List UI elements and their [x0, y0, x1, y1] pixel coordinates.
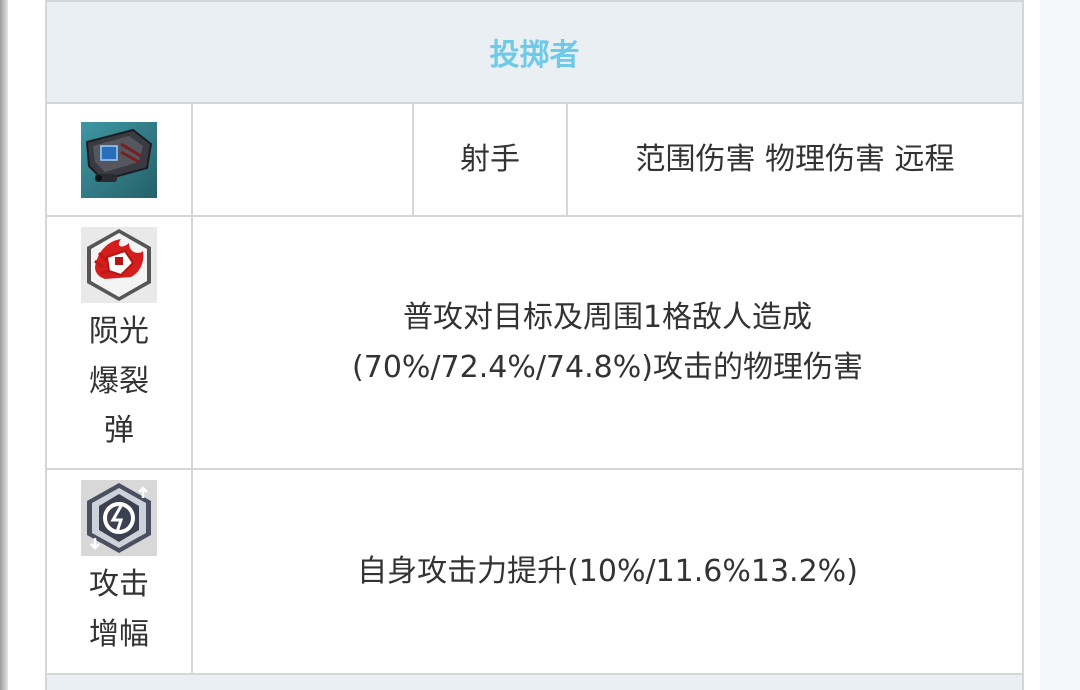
skill-1-cell: 陨光爆裂弹 — [45, 215, 193, 470]
page: 投掷者 射手 范围伤害 物理伤害 远程 陨光爆裂弹 普攻对目标及周围1格敌人造成… — [0, 0, 1080, 690]
turret-icon — [81, 121, 157, 198]
blank-cell — [191, 102, 414, 217]
class-label: 射手 — [460, 141, 520, 177]
skill-2-cell: 攻击增幅 — [45, 468, 193, 675]
skill-2-description-line1: 自身攻击力提升(10%/11.6%13.2%) — [357, 553, 858, 589]
skill-1-description-cell: 普攻对目标及周围1格敌人造成 (70%/72.4%/74.8%)攻击的物理伤害 — [191, 215, 1024, 470]
unit-name-title: 投掷者 — [489, 38, 580, 73]
skill-1-description-line2: (70%/72.4%/74.8%)攻击的物理伤害 — [352, 349, 863, 385]
unit-info-table: 投掷者 射手 范围伤害 物理伤害 远程 陨光爆裂弹 普攻对目标及周围1格敌人造成… — [45, 0, 1024, 690]
left-edge-shadow — [0, 0, 8, 690]
attack-boost-icon — [81, 480, 157, 556]
unit-icon-cell — [45, 102, 193, 217]
skill-1-name: 陨光爆裂弹 — [89, 314, 149, 448]
class-cell: 射手 — [412, 102, 568, 217]
skill-1-description-line1: 普攻对目标及周围1格敌人造成 — [402, 300, 813, 335]
tags-label: 范围伤害 物理伤害 远程 — [635, 141, 955, 177]
table-footer — [45, 673, 1024, 690]
table-header: 投掷者 — [45, 0, 1024, 104]
explosion-icon — [81, 227, 157, 303]
right-edge-margin — [1040, 0, 1080, 690]
tags-cell: 范围伤害 物理伤害 远程 — [566, 102, 1024, 217]
skill-2-name: 攻击增幅 — [89, 567, 149, 652]
skill-2-description-cell: 自身攻击力提升(10%/11.6%13.2%) — [191, 468, 1024, 675]
